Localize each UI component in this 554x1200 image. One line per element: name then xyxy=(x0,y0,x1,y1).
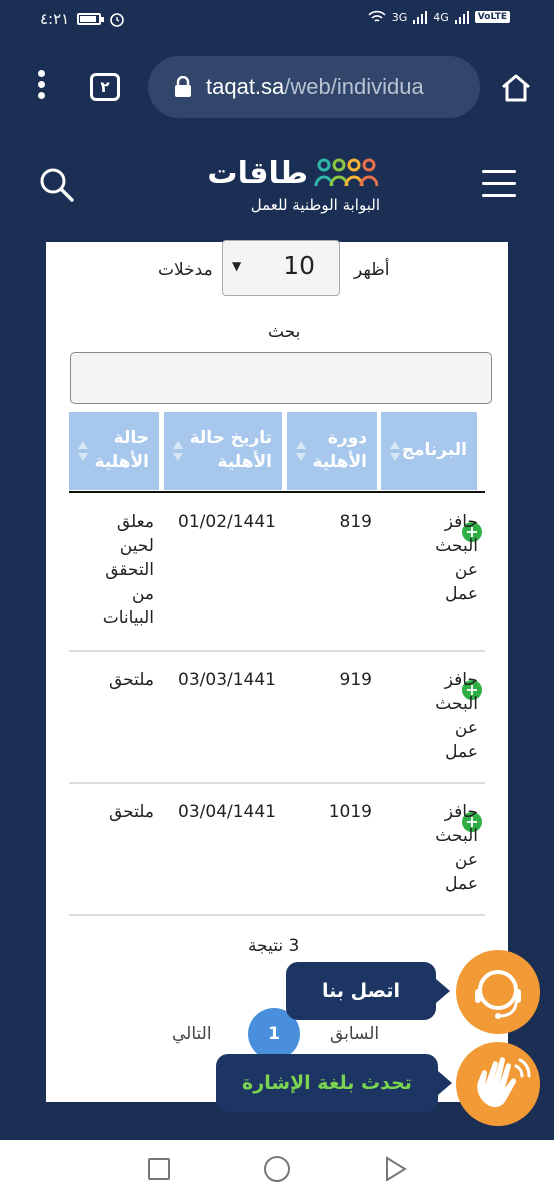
wifi-icon xyxy=(368,10,386,22)
dropdown-caret-icon: ▼ xyxy=(232,259,242,273)
header-status-line1: حالة xyxy=(113,428,149,448)
cell-cycle: 919 xyxy=(339,670,372,690)
column-header-program[interactable]: البرنامج xyxy=(381,412,477,490)
status-right: 3G 4G VoLTE xyxy=(368,10,510,24)
signal-icon-2 xyxy=(454,11,469,24)
alarm-icon xyxy=(110,13,125,27)
hand-wave-icon xyxy=(477,1057,531,1108)
volte-badge: VoLTE xyxy=(474,11,510,23)
network-4g: 4G xyxy=(433,10,449,24)
url-host: taqat.sa xyxy=(206,74,285,99)
sort-icon xyxy=(390,441,400,461)
site-logo[interactable]: طاقات البوابة الوطنية للعمل xyxy=(176,156,380,216)
browser-menu-icon[interactable] xyxy=(38,70,46,102)
status-bar: ٤:٢١ 3G 4G VoLTE xyxy=(0,0,554,40)
tab-switcher-button[interactable]: ٢ xyxy=(90,73,120,101)
cell-cycle: 819 xyxy=(339,512,372,532)
battery-icon xyxy=(77,13,105,25)
home-icon[interactable] xyxy=(500,72,532,104)
page-size-select[interactable]: ▼ 10 xyxy=(222,240,340,296)
sign-language-pill[interactable]: تحدث بلغة الإشارة xyxy=(216,1054,438,1112)
sort-icon xyxy=(296,441,306,461)
network-3g: 3G xyxy=(391,10,408,24)
cell-status: ملتحق xyxy=(108,670,154,690)
lock-icon xyxy=(175,76,191,97)
cell-program: حافز البحث عن عمل xyxy=(435,670,478,762)
column-header-status-date[interactable]: تاريخ حالة الأهلية xyxy=(164,412,282,490)
contact-us-pill[interactable]: اتصل بنا xyxy=(286,962,436,1020)
show-label: أظهر xyxy=(354,260,390,280)
sign-language-button[interactable] xyxy=(456,1042,540,1126)
url-text: taqat.sa/web/individua xyxy=(206,74,424,100)
system-navigation-bar xyxy=(0,1140,554,1200)
header-date-line1: تاريخ حالة xyxy=(189,428,272,448)
pagination-previous[interactable]: السابق xyxy=(330,1024,379,1044)
home-nav-icon[interactable] xyxy=(264,1156,290,1182)
back-nav-icon[interactable] xyxy=(383,1156,409,1182)
contact-us-button[interactable] xyxy=(456,950,540,1034)
recent-apps-icon[interactable] xyxy=(148,1158,170,1180)
status-left: ٤:٢١ xyxy=(40,10,125,28)
header-status-line2: الأهلية xyxy=(94,452,149,472)
browser-toolbar: ٢ taqat.sa/web/individua xyxy=(0,40,554,136)
sort-icon xyxy=(173,441,183,461)
content-card: أظهر ▼ 10 مدخلات بحث البرنامج دورة الأهلي… xyxy=(46,240,508,1102)
page-size-control: أظهر ▼ 10 مدخلات xyxy=(46,240,508,298)
result-count: 3 نتيجة xyxy=(248,936,300,956)
contact-us-label: اتصل بنا xyxy=(322,980,400,1002)
contact-pill-arrow xyxy=(436,979,450,1003)
logo-word: طاقات xyxy=(207,156,308,191)
status-time: ٤:٢١ xyxy=(40,10,70,28)
cell-cycle: 1019 xyxy=(328,802,372,822)
signal-icon xyxy=(413,11,428,24)
url-path: /web/individua xyxy=(284,74,424,99)
sort-icon xyxy=(78,441,88,461)
table-header-divider xyxy=(69,491,485,493)
search-input[interactable] xyxy=(70,352,492,404)
entries-label: مدخلات xyxy=(158,260,213,280)
row-divider xyxy=(69,914,485,916)
logo-subtitle: البوابة الوطنية للعمل xyxy=(250,196,380,214)
search-label: بحث xyxy=(268,322,301,342)
header-program-label: البرنامج xyxy=(401,440,467,460)
column-header-status[interactable]: حالة الأهلية xyxy=(69,412,159,490)
cell-status: معلق لحين التحقق من البيانات xyxy=(102,512,154,628)
header-cycle-line2: الأهلية xyxy=(312,452,367,472)
header-date-line2: الأهلية xyxy=(217,452,272,472)
logo-people-icon xyxy=(314,158,378,187)
page-size-value: 10 xyxy=(283,251,315,280)
cell-date: 03/04/1441 xyxy=(178,802,276,822)
cell-date: 01/02/1441 xyxy=(178,512,276,532)
column-header-cycle[interactable]: دورة الأهلية xyxy=(287,412,377,490)
cell-status: ملتحق xyxy=(108,802,154,822)
url-bar[interactable]: taqat.sa/web/individua xyxy=(148,56,480,118)
cell-date: 03/03/1441 xyxy=(178,670,276,690)
search-icon[interactable] xyxy=(38,166,76,204)
header-cycle-line1: دورة xyxy=(327,428,367,448)
headset-icon xyxy=(475,970,521,1019)
pagination-next[interactable]: التالي xyxy=(172,1024,212,1044)
sign-language-label: تحدث بلغة الإشارة xyxy=(242,1072,412,1094)
sign-pill-arrow xyxy=(438,1071,452,1095)
cell-program: حافز البحث عن عمل xyxy=(435,512,478,604)
cell-program: حافز البحث عن عمل xyxy=(435,802,478,894)
table-header: البرنامج دورة الأهلية تاريخ حالة الأهلية ح… xyxy=(69,412,489,492)
row-divider xyxy=(69,650,485,652)
menu-hamburger-icon[interactable] xyxy=(482,170,516,200)
site-header: طاقات البوابة الوطنية للعمل xyxy=(0,136,554,242)
row-divider xyxy=(69,782,485,784)
